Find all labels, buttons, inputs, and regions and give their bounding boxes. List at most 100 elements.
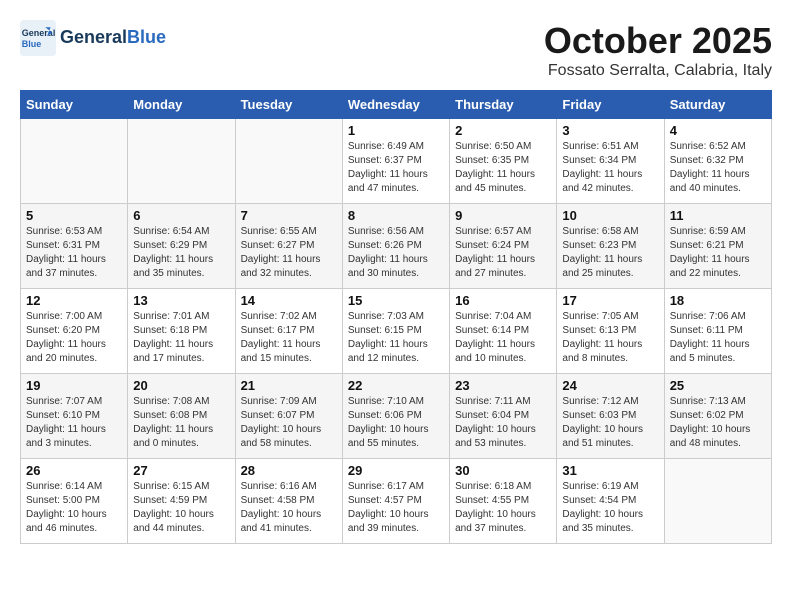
day-number: 14	[241, 293, 337, 308]
day-number: 21	[241, 378, 337, 393]
day-info: Sunrise: 7:00 AMSunset: 6:20 PMDaylight:…	[26, 310, 122, 366]
day-info: Sunrise: 6:51 AMSunset: 6:34 PMDaylight:…	[562, 140, 658, 196]
calendar-cell: 14 Sunrise: 7:02 AMSunset: 6:17 PMDayligh…	[235, 289, 342, 374]
day-number: 2	[455, 123, 551, 138]
calendar-cell: 1 Sunrise: 6:49 AMSunset: 6:37 PMDaylight…	[342, 119, 449, 204]
weekday-header-friday: Friday	[557, 91, 664, 119]
day-number: 28	[241, 463, 337, 478]
calendar-cell: 6 Sunrise: 6:54 AMSunset: 6:29 PMDaylight…	[128, 204, 235, 289]
day-info: Sunrise: 6:17 AMSunset: 4:57 PMDaylight:…	[348, 480, 444, 536]
day-number: 12	[26, 293, 122, 308]
day-info: Sunrise: 7:11 AMSunset: 6:04 PMDaylight:…	[455, 395, 551, 451]
day-info: Sunrise: 7:06 AMSunset: 6:11 PMDaylight:…	[670, 310, 766, 366]
day-number: 17	[562, 293, 658, 308]
calendar-cell: 20Sunrise: 7:08 AMSunset: 6:08 PMDayligh…	[128, 374, 235, 459]
weekday-header-monday: Monday	[128, 91, 235, 119]
calendar-cell: 4 Sunrise: 6:52 AMSunset: 6:32 PMDaylight…	[664, 119, 771, 204]
day-info: Sunrise: 7:12 AMSunset: 6:03 PMDaylight:…	[562, 395, 658, 451]
day-number: 9	[455, 208, 551, 223]
day-number: 22	[348, 378, 444, 393]
calendar-cell: 5 Sunrise: 6:53 AMSunset: 6:31 PMDaylight…	[21, 204, 128, 289]
logo-icon: General Blue	[20, 20, 56, 56]
calendar-cell: 22 Sunrise: 7:10 AMSunset: 6:06 PMDayligh…	[342, 374, 449, 459]
svg-text:Blue: Blue	[22, 39, 42, 49]
day-info: Sunrise: 7:09 AMSunset: 6:07 PMDaylight:…	[241, 395, 337, 451]
day-info: Sunrise: 7:04 AMSunset: 6:14 PMDaylight:…	[455, 310, 551, 366]
day-info: Sunrise: 7:10 AMSunset: 6:06 PMDaylight:…	[348, 395, 444, 451]
day-number: 5	[26, 208, 122, 223]
calendar-cell	[128, 119, 235, 204]
day-number: 8	[348, 208, 444, 223]
day-info: Sunrise: 6:57 AMSunset: 6:24 PMDaylight:…	[455, 225, 551, 281]
calendar-cell: 21 Sunrise: 7:09 AMSunset: 6:07 PMDayligh…	[235, 374, 342, 459]
calendar-cell: 3Sunrise: 6:51 AMSunset: 6:34 PMDaylight…	[557, 119, 664, 204]
calendar-cell: 16 Sunrise: 7:04 AMSunset: 6:14 PMDayligh…	[450, 289, 557, 374]
day-info: Sunrise: 6:16 AMSunset: 4:58 PMDaylight:…	[241, 480, 337, 536]
calendar-week-1: 1 Sunrise: 6:49 AMSunset: 6:37 PMDaylight…	[21, 119, 772, 204]
day-number: 7	[241, 208, 337, 223]
calendar-cell: 23 Sunrise: 7:11 AMSunset: 6:04 PMDayligh…	[450, 374, 557, 459]
day-number: 15	[348, 293, 444, 308]
day-info: Sunrise: 6:58 AMSunset: 6:23 PMDaylight:…	[562, 225, 658, 281]
day-number: 30	[455, 463, 551, 478]
day-info: Sunrise: 6:56 AMSunset: 6:26 PMDaylight:…	[348, 225, 444, 281]
calendar-cell: 29 Sunrise: 6:17 AMSunset: 4:57 PMDayligh…	[342, 459, 449, 544]
calendar-cell: 27Sunrise: 6:15 AMSunset: 4:59 PMDayligh…	[128, 459, 235, 544]
day-info: Sunrise: 6:15 AMSunset: 4:59 PMDaylight:…	[133, 480, 229, 536]
calendar-cell: 19Sunrise: 7:07 AMSunset: 6:10 PMDayligh…	[21, 374, 128, 459]
calendar-cell: 15 Sunrise: 7:03 AMSunset: 6:15 PMDayligh…	[342, 289, 449, 374]
location-title: Fossato Serralta, Calabria, Italy	[544, 62, 772, 80]
calendar-cell: 7Sunrise: 6:55 AMSunset: 6:27 PMDaylight…	[235, 204, 342, 289]
day-info: Sunrise: 6:50 AMSunset: 6:35 PMDaylight:…	[455, 140, 551, 196]
calendar-cell: 10 Sunrise: 6:58 AMSunset: 6:23 PMDayligh…	[557, 204, 664, 289]
day-info: Sunrise: 6:49 AMSunset: 6:37 PMDaylight:…	[348, 140, 444, 196]
calendar-cell	[664, 459, 771, 544]
calendar-week-3: 12 Sunrise: 7:00 AMSunset: 6:20 PMDayligh…	[21, 289, 772, 374]
day-info: Sunrise: 7:03 AMSunset: 6:15 PMDaylight:…	[348, 310, 444, 366]
day-number: 18	[670, 293, 766, 308]
day-number: 23	[455, 378, 551, 393]
day-number: 11	[670, 208, 766, 223]
calendar-cell: 12 Sunrise: 7:00 AMSunset: 6:20 PMDayligh…	[21, 289, 128, 374]
day-info: Sunrise: 6:54 AMSunset: 6:29 PMDaylight:…	[133, 225, 229, 281]
day-number: 10	[562, 208, 658, 223]
weekday-header-sunday: Sunday	[21, 91, 128, 119]
calendar-cell: 17Sunrise: 7:05 AMSunset: 6:13 PMDayligh…	[557, 289, 664, 374]
logo: General Blue GeneralBlue	[20, 20, 166, 56]
day-info: Sunrise: 6:53 AMSunset: 6:31 PMDaylight:…	[26, 225, 122, 281]
calendar-table: SundayMondayTuesdayWednesdayThursdayFrid…	[20, 90, 772, 544]
calendar-cell: 24Sunrise: 7:12 AMSunset: 6:03 PMDayligh…	[557, 374, 664, 459]
day-info: Sunrise: 6:52 AMSunset: 6:32 PMDaylight:…	[670, 140, 766, 196]
day-info: Sunrise: 7:02 AMSunset: 6:17 PMDaylight:…	[241, 310, 337, 366]
day-number: 4	[670, 123, 766, 138]
calendar-cell: 13 Sunrise: 7:01 AMSunset: 6:18 PMDayligh…	[128, 289, 235, 374]
day-info: Sunrise: 6:18 AMSunset: 4:55 PMDaylight:…	[455, 480, 551, 536]
page-header: General Blue GeneralBlue October 2025 Fo…	[20, 20, 772, 80]
calendar-cell: 28 Sunrise: 6:16 AMSunset: 4:58 PMDayligh…	[235, 459, 342, 544]
calendar-week-5: 26Sunrise: 6:14 AMSunset: 5:00 PMDayligh…	[21, 459, 772, 544]
calendar-cell: 30 Sunrise: 6:18 AMSunset: 4:55 PMDayligh…	[450, 459, 557, 544]
day-info: Sunrise: 6:59 AMSunset: 6:21 PMDaylight:…	[670, 225, 766, 281]
weekday-header-tuesday: Tuesday	[235, 91, 342, 119]
day-number: 16	[455, 293, 551, 308]
day-number: 1	[348, 123, 444, 138]
day-number: 6	[133, 208, 229, 223]
day-info: Sunrise: 7:13 AMSunset: 6:02 PMDaylight:…	[670, 395, 766, 451]
day-info: Sunrise: 7:01 AMSunset: 6:18 PMDaylight:…	[133, 310, 229, 366]
calendar-cell: 8 Sunrise: 6:56 AMSunset: 6:26 PMDaylight…	[342, 204, 449, 289]
day-number: 31	[562, 463, 658, 478]
weekday-header-saturday: Saturday	[664, 91, 771, 119]
calendar-week-2: 5 Sunrise: 6:53 AMSunset: 6:31 PMDaylight…	[21, 204, 772, 289]
day-info: Sunrise: 7:08 AMSunset: 6:08 PMDaylight:…	[133, 395, 229, 451]
day-info: Sunrise: 7:07 AMSunset: 6:10 PMDaylight:…	[26, 395, 122, 451]
day-number: 26	[26, 463, 122, 478]
calendar-cell: 26Sunrise: 6:14 AMSunset: 5:00 PMDayligh…	[21, 459, 128, 544]
day-number: 13	[133, 293, 229, 308]
weekday-header-thursday: Thursday	[450, 91, 557, 119]
logo-blue: Blue	[127, 27, 166, 47]
day-info: Sunrise: 6:19 AMSunset: 4:54 PMDaylight:…	[562, 480, 658, 536]
title-block: October 2025 Fossato Serralta, Calabria,…	[544, 20, 772, 80]
logo-general: General	[60, 27, 127, 47]
day-number: 29	[348, 463, 444, 478]
calendar-cell: 2 Sunrise: 6:50 AMSunset: 6:35 PMDaylight…	[450, 119, 557, 204]
